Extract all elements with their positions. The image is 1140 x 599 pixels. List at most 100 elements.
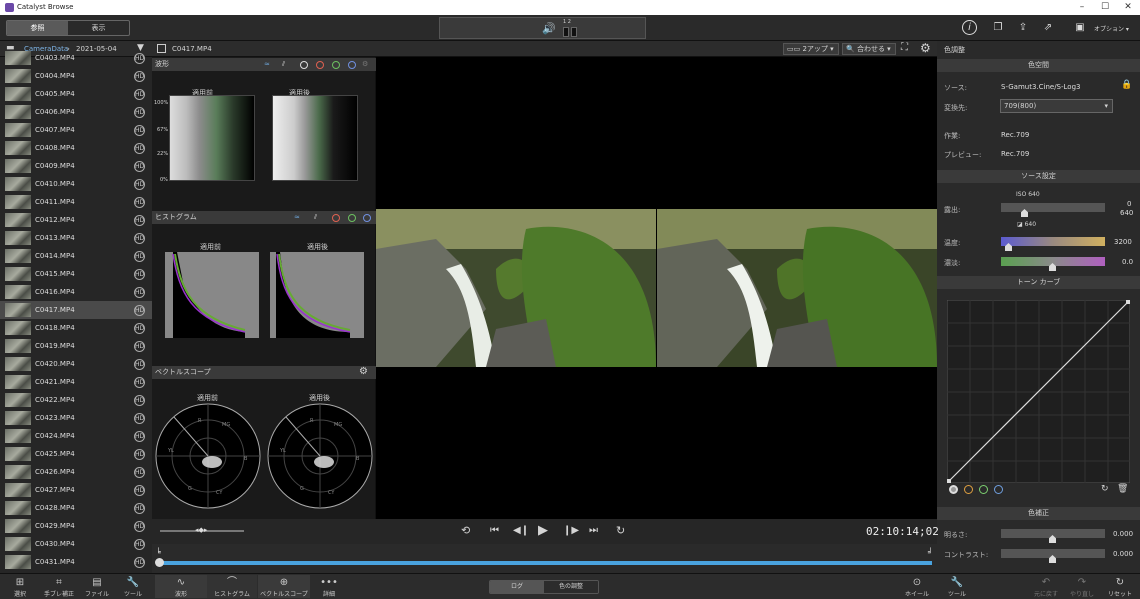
upload-icon[interactable]: ⇪: [1015, 20, 1031, 36]
clip-list-item[interactable]: C0430.MP4 HD: [0, 535, 152, 553]
green-channel-icon[interactable]: [332, 61, 340, 69]
color-adjust-tab[interactable]: 色の調整: [544, 581, 598, 593]
clip-badge-icon[interactable]: HD: [134, 448, 145, 460]
copy-icon[interactable]: ❐: [990, 20, 1006, 36]
histogram-button[interactable]: ⌒ ヒストグラム: [207, 575, 257, 598]
clip-list-item[interactable]: C0419.MP4 HD: [0, 337, 152, 355]
wave-mode-icon[interactable]: ≈: [264, 58, 270, 71]
reset-button[interactable]: ↻ リセット: [1106, 577, 1134, 598]
play-icon[interactable]: ▶: [538, 523, 548, 538]
clip-badge-icon[interactable]: HD: [134, 502, 145, 514]
clip-badge-icon[interactable]: HD: [134, 556, 145, 568]
repeat-icon[interactable]: ↻: [616, 524, 625, 537]
clip-list-item[interactable]: C0415.MP4 HD: [0, 265, 152, 283]
clip-list-item[interactable]: C0428.MP4 HD: [0, 499, 152, 517]
clip-badge-icon[interactable]: HD: [134, 376, 145, 388]
panel-toggle-icon[interactable]: [157, 44, 166, 53]
clip-badge-icon[interactable]: HD: [134, 178, 145, 190]
fit-dropdown[interactable]: 🔍 合わせる ▾: [842, 43, 896, 55]
options-menu[interactable]: オプション ▾: [1094, 24, 1129, 33]
clip-badge-icon[interactable]: HD: [134, 124, 145, 136]
clip-list-item[interactable]: C0424.MP4 HD: [0, 427, 152, 445]
clip-badge-icon[interactable]: HD: [134, 160, 145, 172]
video-viewer[interactable]: [376, 57, 937, 519]
clip-badge-icon[interactable]: HD: [134, 142, 145, 154]
log-tab[interactable]: ログ: [490, 581, 544, 593]
clip-list-item[interactable]: C0423.MP4 HD: [0, 409, 152, 427]
select-button[interactable]: ⊞ 選択: [8, 577, 32, 598]
clip-list-item[interactable]: C0408.MP4 HD: [0, 139, 152, 157]
clip-list-item[interactable]: C0406.MP4 HD: [0, 103, 152, 121]
clip-badge-icon[interactable]: HD: [134, 232, 145, 244]
clip-badge-icon[interactable]: HD: [134, 286, 145, 298]
clip-list-item[interactable]: C0418.MP4 HD: [0, 319, 152, 337]
vectorscope-button[interactable]: ⊕ ベクトルスコープ: [258, 575, 310, 598]
clip-list-item[interactable]: C0417.MP4 HD: [0, 301, 152, 319]
clip-badge-icon[interactable]: HD: [134, 412, 145, 424]
clip-badge-icon[interactable]: HD: [134, 358, 145, 370]
layout-dropdown[interactable]: ▭▭ 2アップ ▾: [783, 43, 839, 55]
clip-list-item[interactable]: C0405.MP4 HD: [0, 85, 152, 103]
redo-button[interactable]: ↷ やり直し: [1068, 577, 1096, 598]
clip-badge-icon[interactable]: HD: [134, 88, 145, 100]
clip-badge-icon[interactable]: HD: [134, 52, 145, 64]
clip-badge-icon[interactable]: HD: [134, 394, 145, 406]
blue-channel-icon[interactable]: [348, 61, 356, 69]
maximize-icon[interactable]: ☐: [1097, 1, 1113, 14]
go-to-start-icon[interactable]: ⏮: [490, 525, 499, 536]
settings-icon[interactable]: ⚙: [362, 58, 368, 71]
undo-button[interactable]: ↶ 元に戻す: [1032, 577, 1060, 598]
clip-list-item[interactable]: C0422.MP4 HD: [0, 391, 152, 409]
clip-badge-icon[interactable]: HD: [134, 466, 145, 478]
parade-icon[interactable]: ⫽: [282, 58, 285, 71]
jog-knob[interactable]: ◂◆▸: [195, 526, 207, 534]
temperature-slider[interactable]: [1001, 237, 1105, 246]
curve-red-icon[interactable]: [964, 485, 973, 494]
curve-master-icon[interactable]: [949, 485, 958, 494]
detail-button[interactable]: ••• 詳細: [316, 577, 342, 598]
clip-badge-icon[interactable]: HD: [134, 304, 145, 316]
tab-browse[interactable]: 参照: [7, 21, 68, 35]
clip-list-item[interactable]: C0431.MP4 HD: [0, 553, 152, 571]
clip-badge-icon[interactable]: HD: [134, 430, 145, 442]
out-point-marker[interactable]: ╛: [928, 548, 933, 557]
curve-reset-icon[interactable]: ↻: [1101, 484, 1109, 494]
step-forward-icon[interactable]: ❙▶: [563, 525, 579, 536]
clip-badge-icon[interactable]: HD: [134, 520, 145, 532]
lock-icon[interactable]: 🔒: [1121, 80, 1132, 90]
minimize-icon[interactable]: –: [1074, 1, 1090, 14]
clip-list-item[interactable]: C0414.MP4 HD: [0, 247, 152, 265]
clip-list-item[interactable]: C0426.MP4 HD: [0, 463, 152, 481]
clip-list-item[interactable]: C0413.MP4 HD: [0, 229, 152, 247]
clip-list-item[interactable]: C0425.MP4 HD: [0, 445, 152, 463]
go-to-end-icon[interactable]: ⏭: [589, 525, 598, 536]
clip-list-item[interactable]: C0407.MP4 HD: [0, 121, 152, 139]
clip-badge-icon[interactable]: HD: [134, 196, 145, 208]
clip-badge-icon[interactable]: HD: [134, 322, 145, 334]
hist-green-icon[interactable]: [348, 214, 356, 222]
tool2-button[interactable]: 🔧 ツール: [944, 577, 970, 598]
hist-red-icon[interactable]: [332, 214, 340, 222]
clip-list-item[interactable]: C0409.MP4 HD: [0, 157, 152, 175]
tab-view[interactable]: 表示: [68, 21, 129, 35]
export-icon[interactable]: ⇗: [1040, 20, 1056, 36]
clip-list-item[interactable]: C0410.MP4 HD: [0, 175, 152, 193]
clip-badge-icon[interactable]: HD: [134, 340, 145, 352]
clip-list-item[interactable]: C0429.MP4 HD: [0, 517, 152, 535]
clip-badge-icon[interactable]: HD: [134, 70, 145, 82]
curve-blue-icon[interactable]: [994, 485, 1003, 494]
loop-icon[interactable]: ⟲: [461, 524, 470, 537]
tool-button[interactable]: 🔧 ツール: [120, 577, 146, 598]
clip-list-item[interactable]: C0421.MP4 HD: [0, 373, 152, 391]
step-back-icon[interactable]: ◀❙: [513, 525, 529, 536]
hist-blue-icon[interactable]: [363, 214, 371, 222]
red-channel-icon[interactable]: [316, 61, 324, 69]
info-icon[interactable]: i: [962, 20, 977, 35]
wheel-button[interactable]: ⊙ ホイール: [904, 577, 930, 598]
fullscreen-icon[interactable]: ⛶: [901, 42, 908, 53]
clip-badge-icon[interactable]: HD: [134, 538, 145, 550]
hist-parade-icon[interactable]: ⫽: [314, 211, 317, 224]
clip-list-item[interactable]: C0403.MP4 HD: [0, 51, 152, 67]
clip-list-item[interactable]: C0427.MP4 HD: [0, 481, 152, 499]
clip-list-item[interactable]: C0412.MP4 HD: [0, 211, 152, 229]
